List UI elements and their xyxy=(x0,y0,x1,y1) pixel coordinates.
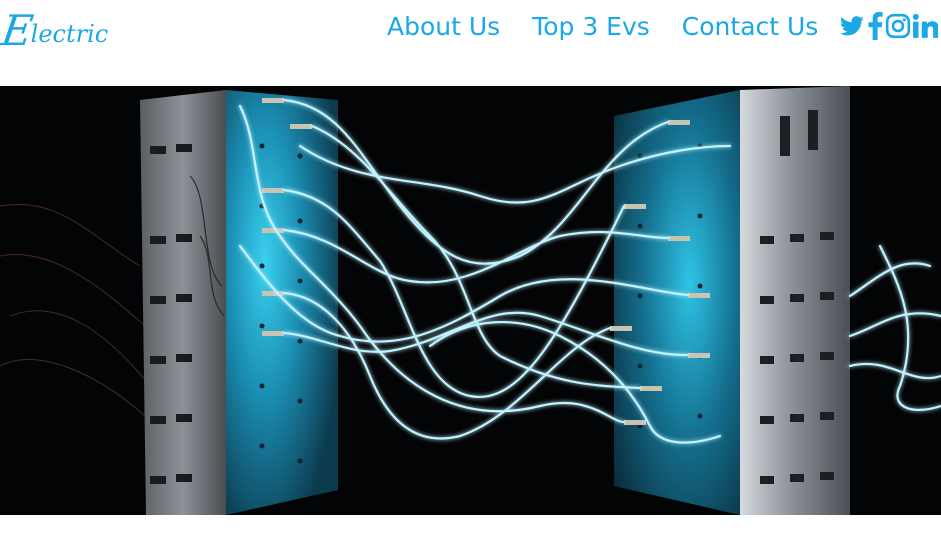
brand-logo-text: lectric xyxy=(30,20,109,48)
nav-link-about-us[interactable]: About Us xyxy=(387,10,500,44)
linkedin-icon[interactable] xyxy=(912,12,938,40)
page-bottom-spacer xyxy=(0,515,941,542)
twitter-icon[interactable] xyxy=(839,12,865,40)
electric-wires-image xyxy=(0,86,941,515)
main-nav: About Us Top 3 Evs Contact Us xyxy=(387,10,850,44)
nav-link-contact-us[interactable]: Contact Us xyxy=(682,10,819,44)
brand-logo[interactable]: E lectric xyxy=(0,2,132,55)
instagram-icon[interactable] xyxy=(885,12,911,40)
nav-link-top-3-evs[interactable]: Top 3 Evs xyxy=(532,10,650,44)
facebook-icon[interactable] xyxy=(866,12,884,40)
site-header: E lectric About Us Top 3 Evs Contact Us xyxy=(0,0,941,86)
brand-logo-initial: E xyxy=(0,6,37,55)
hero-banner xyxy=(0,86,941,515)
social-links xyxy=(839,12,939,40)
